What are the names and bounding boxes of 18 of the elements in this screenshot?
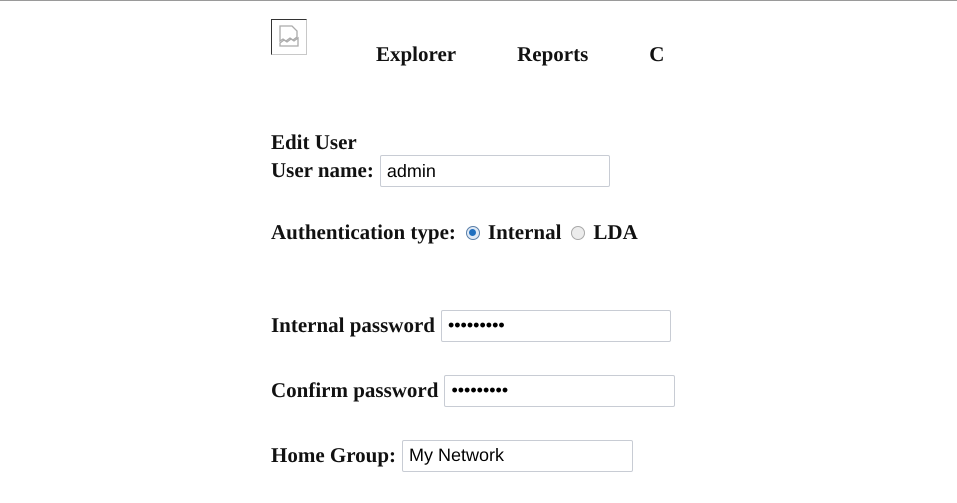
radio-button[interactable] (466, 226, 480, 240)
password-field[interactable]: ••••••••• (444, 374, 676, 406)
home-group-field[interactable]: My Network (402, 440, 634, 472)
form-title: Edit User (271, 130, 357, 154)
field-label: Home Group: (271, 442, 396, 469)
radio-button[interactable] (571, 226, 586, 240)
radio-label: Internal (488, 219, 562, 246)
nav-link[interactable]: Explorer (376, 39, 456, 70)
broken-image-icon (271, 19, 307, 55)
field-label: Authentication type: (271, 219, 456, 246)
nav-link[interactable]: Reports (517, 39, 588, 70)
nav-link[interactable]: C (649, 39, 664, 70)
radio-label: LDA (593, 219, 638, 246)
field-label: User name: (271, 157, 374, 184)
field-label: Confirm password (271, 376, 438, 404)
user-name-field[interactable]: admin (380, 155, 610, 187)
password-field[interactable]: ••••••••• (440, 310, 671, 342)
field-label: Internal password (271, 312, 435, 339)
